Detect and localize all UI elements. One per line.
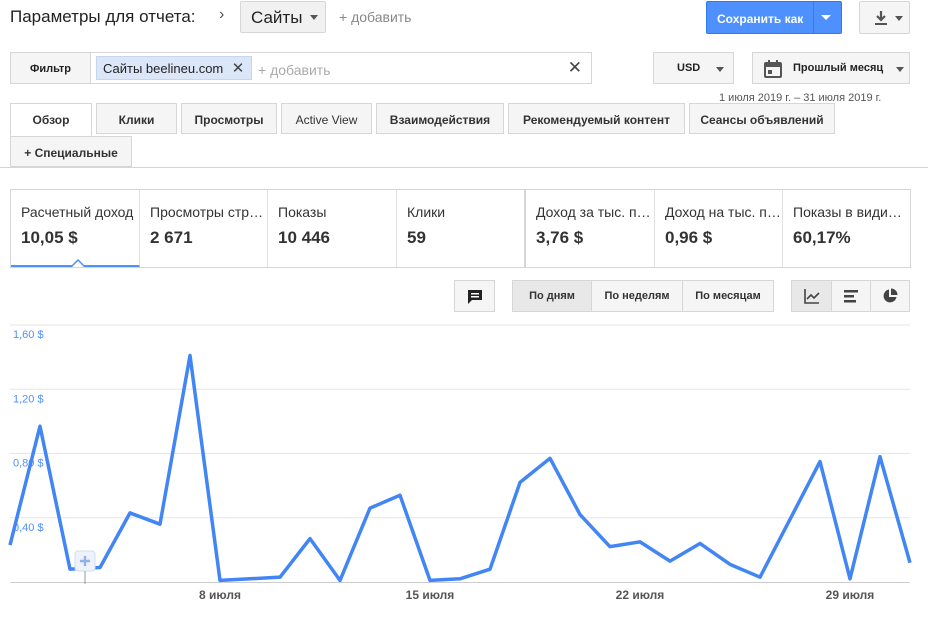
metric-name: Расчетный доход [21, 204, 134, 220]
comment-icon [467, 290, 482, 304]
download-icon [875, 11, 887, 25]
tab-interactions[interactable]: Взаимодействия [376, 103, 504, 134]
metrics-scorecard: Расчетный доход 10,05 $ Просмотры страни… [10, 189, 911, 268]
line-chart-button[interactable] [791, 280, 832, 312]
bar-chart-icon [844, 290, 858, 303]
clear-filter-icon[interactable]: ✕ [568, 58, 582, 78]
chevron-down-icon [896, 67, 904, 72]
x-tick-label: 29 июля [826, 588, 875, 602]
by-months-button[interactable]: По месяцам [682, 280, 774, 312]
split-divider [813, 2, 814, 33]
x-tick-label: 22 июля [616, 588, 665, 602]
save-as-label: Сохранить как [717, 12, 804, 26]
close-icon[interactable]: ✕ [232, 59, 245, 77]
chevron-right-icon: › [219, 6, 225, 23]
metric-name: Клики [407, 204, 446, 220]
annotation-marker[interactable] [74, 550, 96, 584]
metric-estimated-earnings[interactable]: Расчетный доход 10,05 $ [11, 190, 140, 267]
y-tick-label: 0,40 $ [13, 522, 44, 534]
by-weeks-button[interactable]: По неделям [591, 280, 683, 312]
date-period-label: Прошлый месяц [793, 62, 884, 74]
chevron-down-icon [716, 67, 724, 72]
x-tick-label: 8 июля [199, 588, 241, 602]
filter-input[interactable]: Сайты beelineu.com ✕ + добавить ✕ [90, 52, 592, 84]
tab-pageviews[interactable]: Просмотры [181, 103, 277, 134]
tab-clicks[interactable]: Клики [96, 103, 177, 134]
save-as-button[interactable]: Сохранить как [706, 1, 842, 34]
pie-chart-button[interactable] [870, 280, 910, 312]
metric-pageviews[interactable]: Просмотры страниц 2 671 [140, 190, 268, 267]
metric-rpm-pageviews[interactable]: Доход на тыс. просмотров 0,96 $ [655, 190, 783, 267]
tab-custom[interactable]: + Специальные [10, 136, 132, 167]
metric-value: 2 671 [150, 228, 193, 247]
chevron-down-icon [895, 16, 903, 21]
bar-chart-button[interactable] [831, 280, 871, 312]
x-axis-labels: 8 июля 15 июля 22 июля 29 июля [199, 588, 874, 602]
pie-chart-icon [883, 288, 898, 303]
by-days-button[interactable]: По дням [512, 280, 592, 312]
tab-ad-sessions[interactable]: Сеансы объявлений [689, 103, 835, 134]
sites-dropdown[interactable]: Сайты [240, 1, 326, 33]
line-chart-icon [803, 289, 820, 304]
metric-name: Показы в видимой области [793, 204, 910, 220]
y-tick-label: 1,60 $ [13, 329, 44, 341]
chevron-down-icon[interactable] [821, 15, 831, 20]
tabs-divider [0, 167, 928, 168]
tab-recommended-content[interactable]: Рекомендуемый контент [508, 103, 685, 134]
report-header: Параметры для отчета: › Сайты + добавить… [0, 0, 928, 40]
chevron-down-icon [310, 15, 318, 20]
metric-viewability[interactable]: Показы в видимой области 60,17% [783, 190, 910, 267]
metric-name: Просмотры страниц [150, 204, 267, 220]
date-period-dropdown[interactable]: Прошлый месяц [752, 52, 910, 84]
x-tick-label: 15 июля [406, 588, 455, 602]
metric-rpm-impressions[interactable]: Доход за тыс. показов 3,76 $ [526, 190, 655, 267]
metric-value: 59 [407, 228, 426, 247]
metric-value: 10 446 [278, 228, 330, 247]
filter-chip-label: Сайты beelineu.com [103, 61, 224, 76]
currency-label: USD [677, 62, 701, 74]
metric-value: 0,96 $ [665, 228, 713, 247]
metric-impressions[interactable]: Показы 10 446 [268, 190, 397, 267]
earnings-line-chart: 0,40 $0,80 $1,20 $1,60 $ 8 июля 15 июля 22… [8, 324, 912, 602]
y-tick-label: 1,20 $ [13, 393, 44, 405]
add-parameter-link[interactable]: + добавить [339, 9, 411, 25]
metric-name: Доход за тыс. показов [536, 204, 654, 220]
sites-dropdown-label: Сайты [251, 8, 303, 27]
download-button[interactable] [859, 1, 910, 34]
metric-value: 3,76 $ [536, 228, 584, 247]
metric-name: Показы [278, 204, 327, 220]
annotation-button[interactable] [454, 280, 495, 312]
tab-active-view[interactable]: Active View [281, 103, 372, 134]
tab-overview[interactable]: Обзор [10, 103, 92, 136]
metric-clicks[interactable]: Клики 59 [397, 190, 526, 267]
metric-value: 10,05 $ [21, 228, 78, 247]
selected-indicator [71, 259, 85, 267]
filter-chip[interactable]: Сайты beelineu.com ✕ [96, 56, 253, 80]
chart-grid [10, 324, 910, 583]
filter-add-placeholder[interactable]: + добавить [258, 62, 330, 78]
page-title: Параметры для отчета: [10, 7, 196, 26]
calendar-icon [764, 60, 782, 78]
filter-button[interactable]: Фильтр [10, 52, 91, 84]
metric-name: Доход на тыс. просмотров [665, 204, 782, 220]
metric-value: 60,17% [793, 228, 851, 247]
currency-dropdown[interactable]: USD [653, 52, 734, 84]
